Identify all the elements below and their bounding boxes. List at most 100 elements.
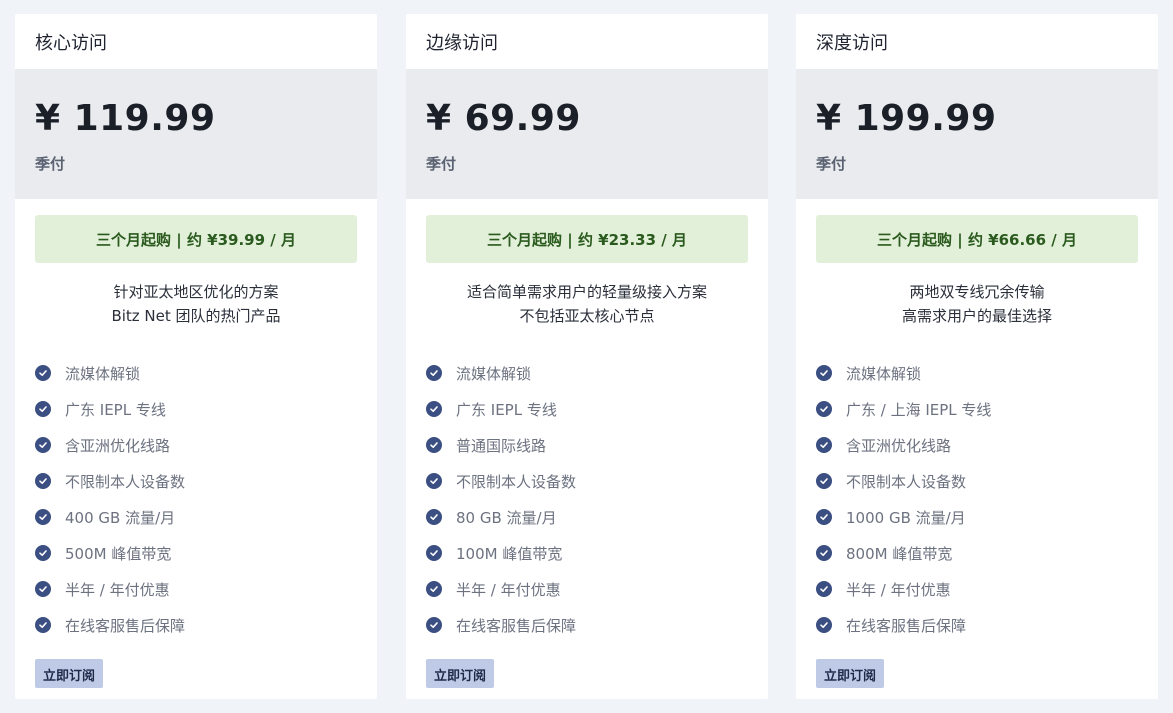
feature-item: 不限制本人设备数 bbox=[816, 463, 1138, 499]
feature-label: 广东 IEPL 专线 bbox=[456, 400, 557, 419]
feature-label: 普通国际线路 bbox=[456, 436, 547, 455]
feature-label: 1000 GB 流量/月 bbox=[846, 508, 966, 527]
check-circle-icon bbox=[426, 545, 442, 561]
price-section: ¥ 199.99 季付 bbox=[796, 69, 1158, 199]
plan-title: 核心访问 bbox=[35, 32, 107, 54]
feature-label: 400 GB 流量/月 bbox=[65, 508, 176, 527]
feature-item: 含亚洲优化线路 bbox=[816, 427, 1138, 463]
feature-item: 半年 / 年付优惠 bbox=[426, 571, 748, 607]
feature-label: 500M 峰值带宽 bbox=[65, 544, 172, 563]
feature-label: 在线客服售后保障 bbox=[846, 616, 967, 635]
feature-item: 流媒体解锁 bbox=[35, 355, 357, 391]
plan-price: ¥ 119.99 bbox=[35, 98, 216, 139]
promo-banner: 三个月起购 | 约 ¥23.33 / 月 bbox=[426, 215, 748, 263]
feature-label: 100M 峰值带宽 bbox=[456, 544, 563, 563]
check-circle-icon bbox=[426, 617, 442, 633]
feature-label: 不限制本人设备数 bbox=[846, 472, 967, 491]
check-circle-icon bbox=[35, 365, 51, 381]
plan-description: 两地双专线冗余传输 高需求用户的最佳选择 bbox=[816, 280, 1138, 328]
feature-label: 广东 IEPL 专线 bbox=[65, 400, 166, 419]
promo-banner: 三个月起购 | 约 ¥39.99 / 月 bbox=[35, 215, 357, 263]
subscribe-button[interactable]: 立即订阅 bbox=[35, 659, 104, 688]
feature-label: 半年 / 年付优惠 bbox=[846, 580, 951, 599]
feature-list: 流媒体解锁 广东 IEPL 专线 普通国际线路 不限制本人设备数 80 GB 流… bbox=[426, 355, 748, 643]
feature-item: 在线客服售后保障 bbox=[816, 607, 1138, 643]
plan-price: ¥ 69.99 bbox=[426, 98, 581, 139]
check-circle-icon bbox=[426, 581, 442, 597]
feature-item: 普通国际线路 bbox=[426, 427, 748, 463]
plan-price: ¥ 199.99 bbox=[816, 98, 997, 139]
check-circle-icon bbox=[35, 401, 51, 417]
plan-card-edge: 边缘访问 ¥ 69.99 季付 三个月起购 | 约 ¥23.33 / 月 适合简… bbox=[406, 14, 768, 699]
feature-item: 不限制本人设备数 bbox=[426, 463, 748, 499]
feature-item: 1000 GB 流量/月 bbox=[816, 499, 1138, 535]
feature-label: 半年 / 年付优惠 bbox=[456, 580, 561, 599]
description-line: Bitz Net 团队的热门产品 bbox=[111, 307, 281, 325]
check-circle-icon bbox=[426, 509, 442, 525]
check-circle-icon bbox=[35, 581, 51, 597]
description-line: 不包括亚太核心节点 bbox=[519, 307, 655, 325]
check-circle-icon bbox=[816, 545, 832, 561]
check-circle-icon bbox=[35, 509, 51, 525]
check-circle-icon bbox=[816, 437, 832, 453]
promo-banner: 三个月起购 | 约 ¥66.66 / 月 bbox=[816, 215, 1138, 263]
description-line: 针对亚太地区优化的方案 bbox=[113, 283, 279, 301]
feature-item: 半年 / 年付优惠 bbox=[35, 571, 357, 607]
feature-label: 不限制本人设备数 bbox=[456, 472, 577, 491]
price-section: ¥ 69.99 季付 bbox=[406, 69, 768, 199]
feature-label: 流媒体解锁 bbox=[65, 364, 141, 383]
check-circle-icon bbox=[816, 509, 832, 525]
feature-item: 500M 峰值带宽 bbox=[35, 535, 357, 571]
price-section: ¥ 119.99 季付 bbox=[15, 69, 377, 199]
feature-item: 流媒体解锁 bbox=[426, 355, 748, 391]
check-circle-icon bbox=[816, 617, 832, 633]
plan-title: 深度访问 bbox=[816, 32, 888, 54]
feature-list: 流媒体解锁 广东 IEPL 专线 含亚洲优化线路 不限制本人设备数 400 GB… bbox=[35, 355, 357, 643]
feature-label: 流媒体解锁 bbox=[846, 364, 922, 383]
feature-label: 含亚洲优化线路 bbox=[846, 436, 952, 455]
feature-label: 流媒体解锁 bbox=[456, 364, 532, 383]
billing-period: 季付 bbox=[426, 155, 457, 173]
plan-description: 适合简单需求用户的轻量级接入方案 不包括亚太核心节点 bbox=[426, 280, 748, 328]
check-circle-icon bbox=[35, 437, 51, 453]
description-line: 两地双专线冗余传输 bbox=[909, 283, 1045, 301]
description-line: 高需求用户的最佳选择 bbox=[901, 307, 1052, 325]
feature-label: 半年 / 年付优惠 bbox=[65, 580, 170, 599]
subscribe-button[interactable]: 立即订阅 bbox=[816, 659, 885, 688]
check-circle-icon bbox=[816, 581, 832, 597]
check-circle-icon bbox=[35, 545, 51, 561]
check-circle-icon bbox=[816, 365, 832, 381]
feature-item: 流媒体解锁 bbox=[816, 355, 1138, 391]
feature-item: 广东 IEPL 专线 bbox=[35, 391, 357, 427]
plan-card-deep: 深度访问 ¥ 199.99 季付 三个月起购 | 约 ¥66.66 / 月 两地… bbox=[796, 14, 1158, 699]
plan-body: 三个月起购 | 约 ¥23.33 / 月 适合简单需求用户的轻量级接入方案 不包… bbox=[406, 199, 768, 688]
feature-item: 800M 峰值带宽 bbox=[816, 535, 1138, 571]
feature-item: 半年 / 年付优惠 bbox=[816, 571, 1138, 607]
feature-list: 流媒体解锁 广东 / 上海 IEPL 专线 含亚洲优化线路 不限制本人设备数 1… bbox=[816, 355, 1138, 643]
billing-period: 季付 bbox=[816, 155, 847, 173]
feature-item: 含亚洲优化线路 bbox=[35, 427, 357, 463]
feature-label: 含亚洲优化线路 bbox=[65, 436, 171, 455]
feature-label: 不限制本人设备数 bbox=[65, 472, 186, 491]
feature-label: 在线客服售后保障 bbox=[456, 616, 577, 635]
feature-label: 800M 峰值带宽 bbox=[846, 544, 953, 563]
feature-item: 在线客服售后保障 bbox=[426, 607, 748, 643]
billing-period: 季付 bbox=[35, 155, 66, 173]
feature-item: 100M 峰值带宽 bbox=[426, 535, 748, 571]
feature-item: 80 GB 流量/月 bbox=[426, 499, 748, 535]
feature-item: 广东 IEPL 专线 bbox=[426, 391, 748, 427]
check-circle-icon bbox=[35, 473, 51, 489]
check-circle-icon bbox=[426, 437, 442, 453]
plan-card-core: 核心访问 ¥ 119.99 季付 三个月起购 | 约 ¥39.99 / 月 针对… bbox=[15, 14, 377, 699]
plan-description: 针对亚太地区优化的方案 Bitz Net 团队的热门产品 bbox=[35, 280, 357, 328]
feature-item: 不限制本人设备数 bbox=[35, 463, 357, 499]
check-circle-icon bbox=[426, 473, 442, 489]
feature-item: 400 GB 流量/月 bbox=[35, 499, 357, 535]
check-circle-icon bbox=[426, 401, 442, 417]
subscribe-button[interactable]: 立即订阅 bbox=[426, 659, 495, 688]
plan-title: 边缘访问 bbox=[426, 32, 498, 54]
check-circle-icon bbox=[426, 365, 442, 381]
feature-label: 广东 / 上海 IEPL 专线 bbox=[846, 400, 992, 419]
feature-label: 80 GB 流量/月 bbox=[456, 508, 557, 527]
description-line: 适合简单需求用户的轻量级接入方案 bbox=[466, 283, 707, 301]
